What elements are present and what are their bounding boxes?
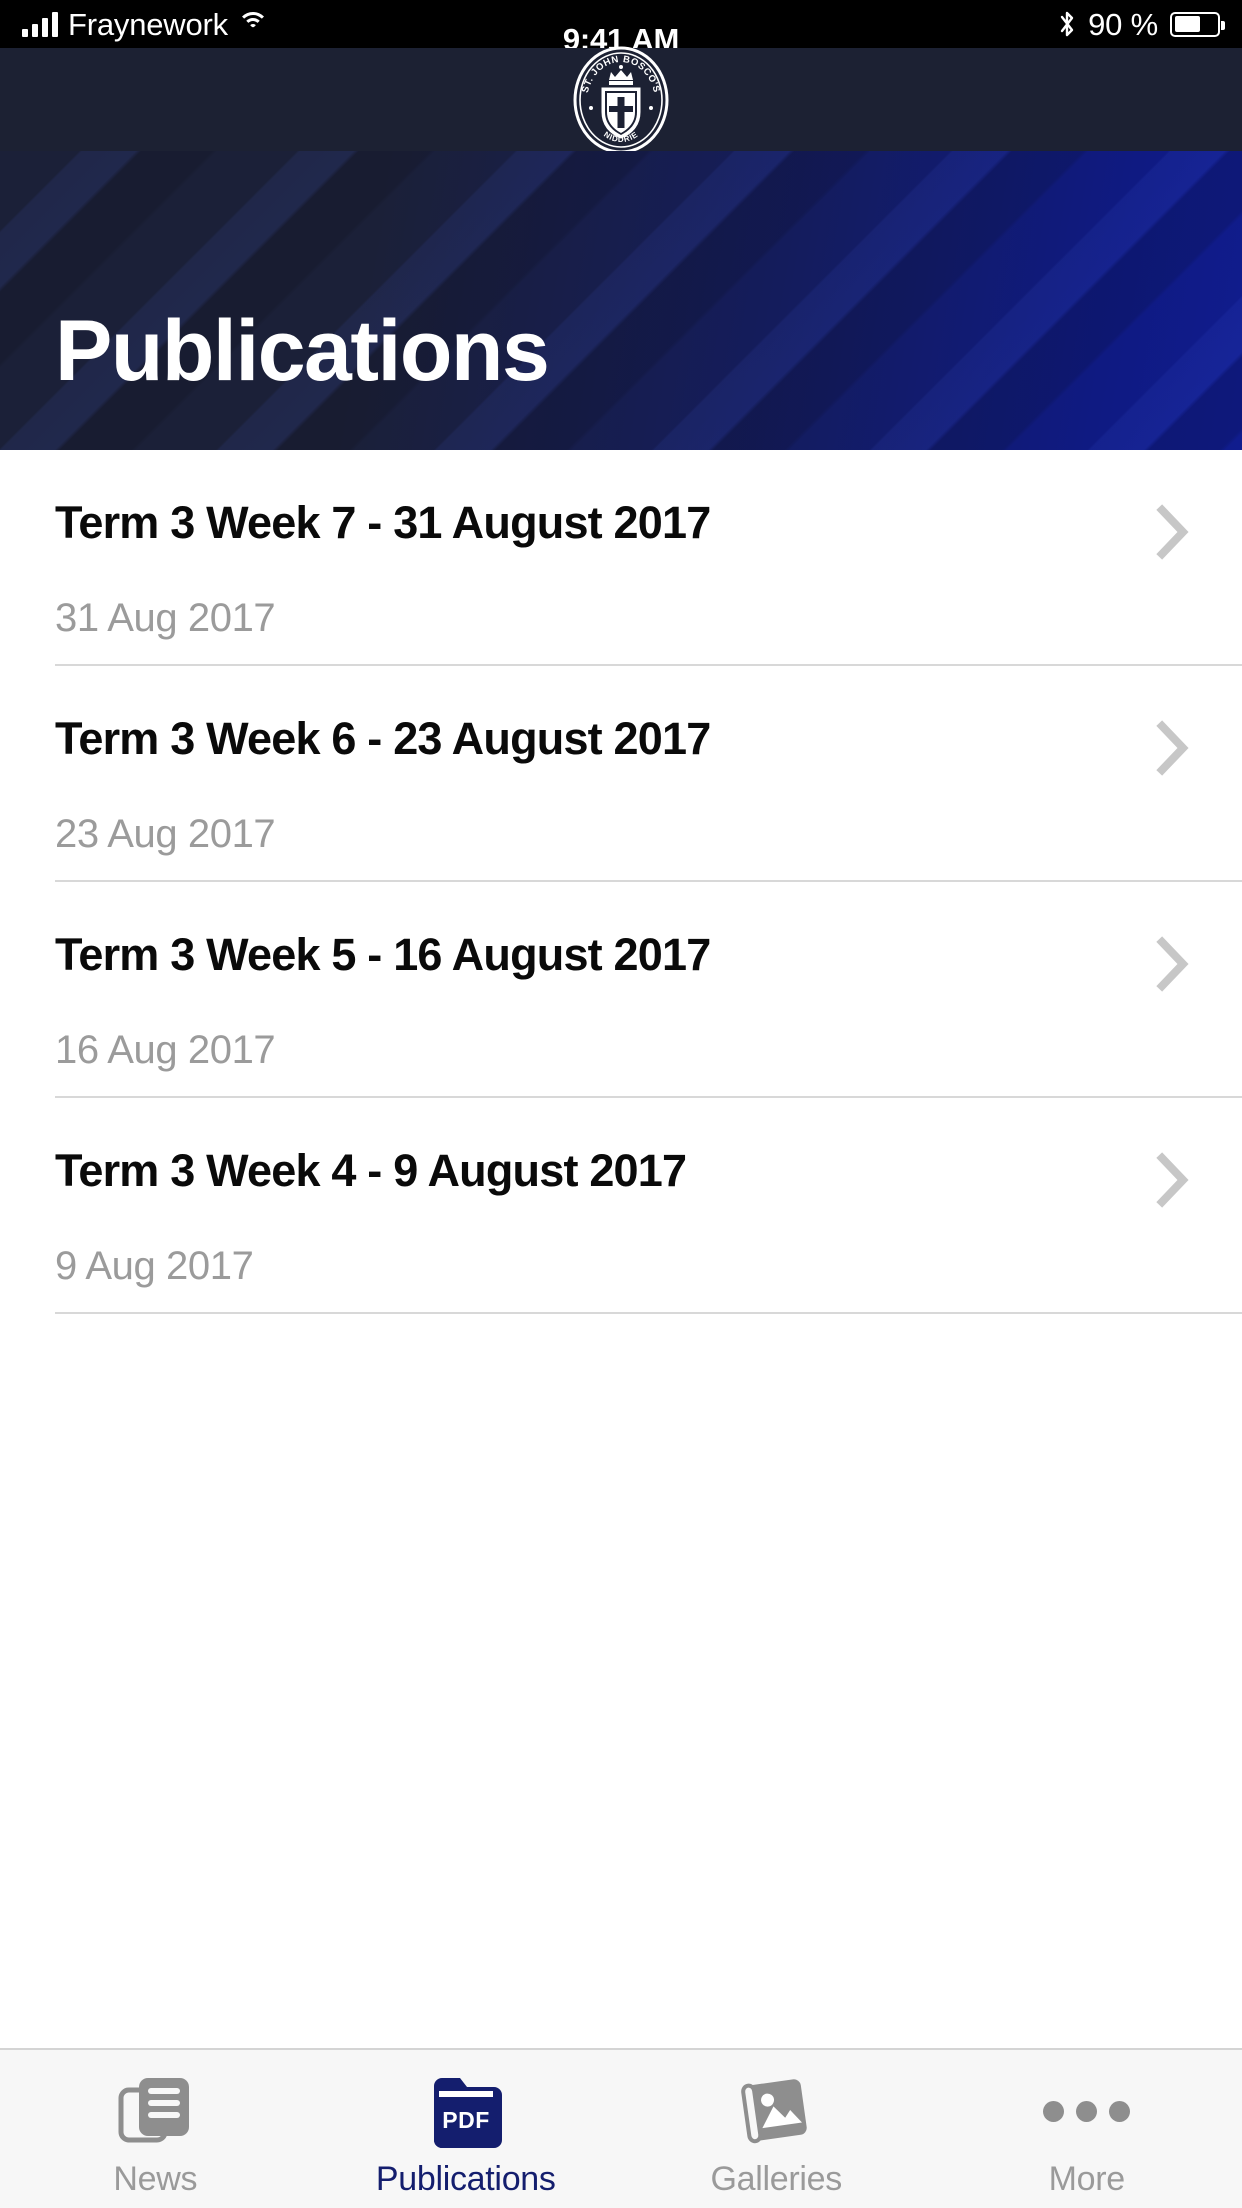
tab-label-galleries: Galleries bbox=[710, 2160, 843, 2198]
status-bar: Fraynework 9:41 AM 90 % bbox=[0, 0, 1242, 55]
list-divider bbox=[55, 1312, 1242, 1314]
chevron-right-icon bbox=[1156, 504, 1190, 560]
newspaper-icon bbox=[117, 2072, 193, 2150]
list-item[interactable]: Term 3 Week 5 - 16 August 2017 16 Aug 20… bbox=[0, 882, 1242, 1098]
bottom-tab-bar: News PDF Publications Galleries More bbox=[0, 2048, 1242, 2208]
publication-date: 16 Aug 2017 bbox=[55, 1028, 276, 1072]
publication-title: Term 3 Week 5 - 16 August 2017 bbox=[55, 929, 711, 980]
ellipsis-icon bbox=[1043, 2072, 1131, 2150]
tab-publications[interactable]: PDF Publications bbox=[311, 2050, 622, 2208]
publication-date: 9 Aug 2017 bbox=[55, 1244, 254, 1288]
list-item[interactable]: Term 3 Week 4 - 9 August 2017 9 Aug 2017 bbox=[0, 1098, 1242, 1314]
svg-text:PDF: PDF bbox=[442, 2107, 490, 2133]
battery-icon bbox=[1170, 11, 1225, 37]
page-title: Publications bbox=[55, 303, 550, 399]
publication-title: Term 3 Week 4 - 9 August 2017 bbox=[55, 1145, 687, 1196]
chevron-right-icon bbox=[1156, 1152, 1190, 1208]
tab-news[interactable]: News bbox=[0, 2050, 311, 2208]
bluetooth-icon bbox=[1058, 10, 1076, 38]
app-logo-header: ST. JOHN BOSCO'S NIDDRIE bbox=[0, 46, 1242, 153]
pdf-folder-icon: PDF bbox=[430, 2072, 502, 2150]
tab-more[interactable]: More bbox=[932, 2050, 1242, 2208]
list-item[interactable]: Term 3 Week 7 - 31 August 2017 31 Aug 20… bbox=[0, 450, 1242, 666]
tab-galleries[interactable]: Galleries bbox=[621, 2050, 932, 2208]
list-item[interactable]: Term 3 Week 6 - 23 August 2017 23 Aug 20… bbox=[0, 666, 1242, 882]
publication-title: Term 3 Week 6 - 23 August 2017 bbox=[55, 713, 711, 764]
publication-title: Term 3 Week 7 - 31 August 2017 bbox=[55, 497, 711, 548]
app-screen: Fraynework 9:41 AM 90 % ST. JOHN BOSCO'S… bbox=[0, 0, 1242, 2208]
publications-list: Term 3 Week 7 - 31 August 2017 31 Aug 20… bbox=[0, 450, 1242, 1314]
tab-label-more: More bbox=[1048, 2160, 1126, 2198]
tab-label-publications: Publications bbox=[375, 2160, 556, 2198]
chevron-right-icon bbox=[1156, 720, 1190, 776]
tab-label-news: News bbox=[113, 2160, 198, 2198]
page-title-banner: Publications bbox=[0, 151, 1242, 450]
photo-album-icon bbox=[736, 2072, 816, 2150]
publication-date: 31 Aug 2017 bbox=[55, 596, 276, 640]
st-john-boscos-crest-logo: ST. JOHN BOSCO'S NIDDRIE bbox=[573, 46, 669, 153]
publication-date: 23 Aug 2017 bbox=[55, 812, 276, 856]
chevron-right-icon bbox=[1156, 936, 1190, 992]
